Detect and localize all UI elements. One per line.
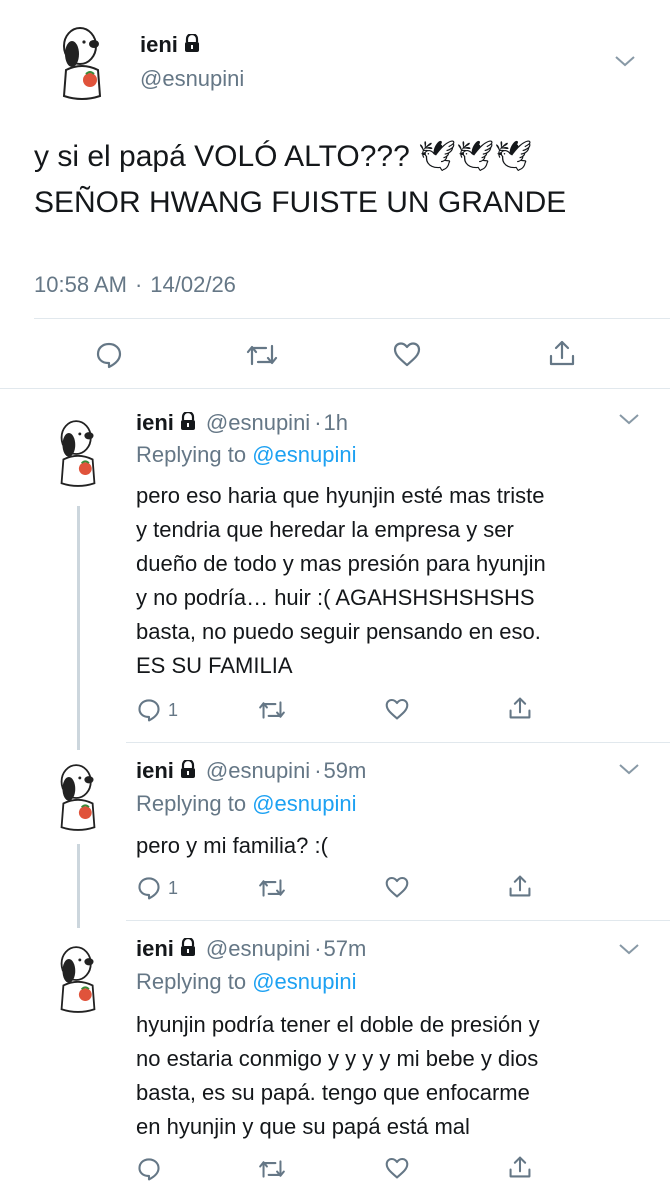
chevron-down-icon[interactable] bbox=[618, 412, 640, 431]
lock-icon bbox=[180, 408, 196, 438]
reply-count: 1 bbox=[168, 877, 179, 898]
divider bbox=[126, 742, 670, 743]
reply-button[interactable] bbox=[136, 1156, 168, 1182]
reply-time[interactable]: 57m bbox=[324, 934, 367, 964]
share-button[interactable] bbox=[508, 695, 532, 721]
author-handle[interactable]: @esnupini bbox=[206, 934, 310, 964]
mention-link[interactable]: @esnupini bbox=[252, 969, 356, 994]
author-name[interactable]: ieni bbox=[136, 756, 174, 786]
meta-separator: · bbox=[134, 272, 143, 297]
share-icon bbox=[549, 340, 575, 366]
author-handle[interactable]: @esnupini bbox=[206, 408, 310, 438]
divider bbox=[34, 318, 670, 319]
heart-icon bbox=[385, 1157, 409, 1179]
replying-label: Replying to bbox=[136, 969, 247, 994]
like-button[interactable] bbox=[384, 875, 410, 899]
chevron-down-icon[interactable] bbox=[618, 942, 640, 961]
replying-to: Replying to @esnupini bbox=[136, 442, 357, 468]
reply-time[interactable]: 59m bbox=[324, 756, 367, 786]
reply-header[interactable]: ieni @esnupini · 1h bbox=[136, 408, 348, 438]
retweet-button[interactable] bbox=[258, 699, 286, 721]
thread-line bbox=[77, 844, 80, 928]
author-handle[interactable]: @esnupini bbox=[140, 66, 244, 92]
reply-text: pero y mi familia? :( bbox=[136, 833, 328, 858]
replying-to: Replying to @esnupini bbox=[136, 791, 357, 817]
share-button[interactable] bbox=[508, 1154, 532, 1180]
reply-text: pero eso haria que hyunjin esté mas tris… bbox=[136, 483, 546, 678]
reply-icon bbox=[96, 342, 122, 369]
reply-header[interactable]: ieni @esnupini · 59m bbox=[136, 756, 366, 786]
share-icon bbox=[509, 875, 531, 897]
mention-link[interactable]: @esnupini bbox=[252, 791, 356, 816]
share-button[interactable] bbox=[548, 338, 576, 368]
reply-icon bbox=[138, 1158, 160, 1181]
retweet-icon bbox=[246, 344, 278, 366]
reply-time[interactable]: 1h bbox=[324, 408, 348, 438]
heart-icon bbox=[385, 698, 409, 720]
reply-icon bbox=[138, 877, 160, 900]
retweet-icon bbox=[259, 879, 285, 897]
author-name[interactable]: ieni bbox=[140, 32, 178, 58]
reply-button[interactable]: 1 bbox=[136, 875, 178, 901]
heart-icon bbox=[385, 876, 409, 898]
thread-line bbox=[77, 506, 80, 750]
reply-count: 1 bbox=[168, 699, 179, 720]
reply-button[interactable]: 1 bbox=[136, 697, 178, 723]
avatar-reply[interactable] bbox=[36, 412, 120, 496]
tweet-date: 14/02/26 bbox=[150, 272, 236, 297]
snoopy-avatar-image bbox=[36, 412, 120, 496]
replying-label: Replying to bbox=[136, 442, 247, 467]
retweet-icon bbox=[259, 701, 285, 719]
replying-label: Replying to bbox=[136, 791, 247, 816]
reply-text: hyunjin podría tener el doble de presión… bbox=[136, 1012, 540, 1139]
tweet-timestamp[interactable]: 10:58 AM · 14/02/26 bbox=[34, 272, 236, 298]
share-icon bbox=[509, 1156, 531, 1178]
lock-icon bbox=[180, 934, 196, 964]
like-button[interactable] bbox=[384, 1156, 410, 1180]
heart-icon bbox=[393, 342, 421, 367]
like-button[interactable] bbox=[392, 340, 422, 368]
retweet-button[interactable] bbox=[258, 877, 286, 899]
author-name[interactable]: ieni bbox=[136, 934, 174, 964]
tweet-text: y si el papá VOLÓ ALTO??? 🕊🕊🕊 SEÑOR HWAN… bbox=[34, 140, 567, 219]
share-button[interactable] bbox=[508, 873, 532, 899]
avatar-reply[interactable] bbox=[36, 938, 120, 1022]
lock-icon bbox=[184, 32, 200, 57]
divider bbox=[0, 388, 670, 389]
tweet-time: 10:58 AM bbox=[34, 272, 127, 297]
share-icon bbox=[509, 697, 531, 719]
divider bbox=[126, 920, 670, 921]
chevron-down-icon[interactable] bbox=[618, 762, 640, 781]
avatar-main[interactable] bbox=[36, 18, 128, 110]
like-button[interactable] bbox=[384, 697, 410, 721]
reply-header[interactable]: ieni @esnupini · 57m bbox=[136, 934, 366, 964]
main-author[interactable]: ieni bbox=[140, 32, 200, 58]
meta-separator: · bbox=[314, 936, 322, 961]
meta-separator: · bbox=[314, 758, 322, 783]
mention-link[interactable]: @esnupini bbox=[252, 442, 356, 467]
replying-to: Replying to @esnupini bbox=[136, 969, 357, 995]
retweet-button[interactable] bbox=[258, 1158, 286, 1180]
avatar-reply[interactable] bbox=[36, 756, 120, 840]
reply-button[interactable] bbox=[94, 340, 124, 370]
snoopy-avatar-image bbox=[36, 18, 128, 110]
retweet-button[interactable] bbox=[246, 342, 278, 368]
lock-icon bbox=[180, 756, 196, 786]
snoopy-avatar-image bbox=[36, 938, 120, 1022]
reply-icon bbox=[138, 699, 160, 722]
snoopy-avatar-image bbox=[36, 756, 120, 840]
meta-separator: · bbox=[314, 410, 322, 435]
author-name[interactable]: ieni bbox=[136, 408, 174, 438]
author-handle[interactable]: @esnupini bbox=[206, 756, 310, 786]
chevron-down-icon[interactable] bbox=[614, 54, 636, 73]
retweet-icon bbox=[259, 1160, 285, 1178]
